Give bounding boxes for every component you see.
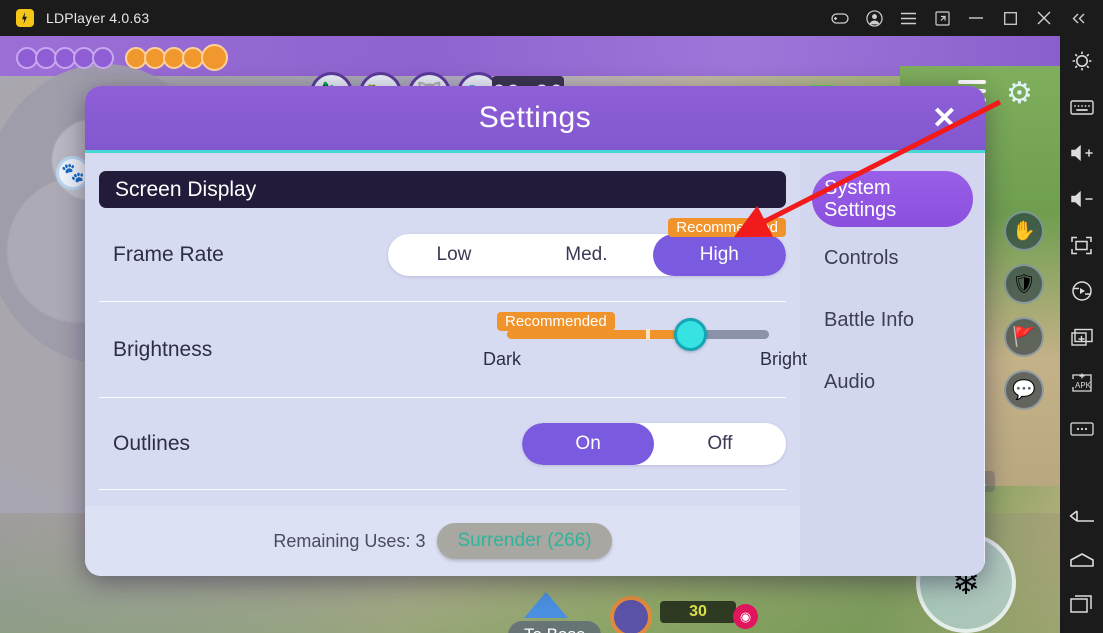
volume-up-icon[interactable] [1067, 138, 1097, 168]
menu-battle-info[interactable]: Battle Info [800, 289, 985, 351]
chat-button[interactable]: 💬 [1004, 370, 1044, 410]
account-icon[interactable] [857, 0, 891, 36]
minimize-icon[interactable] [959, 0, 993, 36]
brightness-fill [507, 329, 691, 339]
menu-system-settings-line2: Settings [824, 199, 897, 221]
outlines-option-on[interactable]: On [522, 422, 654, 465]
setting-row-outlines: Outlines On Off [99, 398, 786, 490]
rotate-icon[interactable] [1067, 276, 1097, 306]
dialog-header: Settings ✕ [85, 86, 985, 153]
thunder-shock-icon: ◉ [733, 604, 758, 629]
remaining-uses-label: Remaining Uses: 3 [273, 530, 426, 551]
brightness-recommended-badge: Recommended [497, 312, 615, 331]
window-controls [823, 0, 1103, 36]
flag-button[interactable]: 🚩 [1004, 317, 1044, 357]
frame-rate-label: Frame Rate [113, 242, 224, 266]
window-titlebar: LDPlayer 4.0.63 [0, 0, 1103, 36]
game-side-buttons: ✋ 🛡 🚩 💬 [1004, 211, 1044, 410]
frame-rate-option-low[interactable]: Low [388, 234, 520, 276]
home-icon[interactable] [1067, 545, 1097, 575]
menu-icon[interactable] [891, 0, 925, 36]
dialog-body: Screen Display Frame Rate Recommended Lo… [85, 153, 985, 576]
gear-icon[interactable] [1067, 46, 1097, 76]
outlines-label: Outlines [113, 431, 191, 455]
outlines-segmented-control[interactable]: On Off [522, 422, 786, 465]
section-header: Screen Display [99, 171, 786, 208]
menu-audio[interactable]: Audio [800, 351, 985, 413]
brightness-recommended-tick [645, 328, 650, 340]
gamepad-icon[interactable] [823, 0, 857, 36]
setting-row-brightness: Brightness Recommended Dark Bright [99, 302, 807, 398]
svg-text:APK: APK [1075, 381, 1092, 390]
emulator-toolbar: APK [1060, 36, 1103, 633]
brightness-slider[interactable]: Dark Bright [483, 317, 807, 370]
settings-dialog: Settings ✕ Screen Display Frame Rate Rec… [85, 86, 985, 576]
dialog-title: Settings [478, 101, 592, 134]
outlines-option-off[interactable]: Off [654, 423, 786, 465]
help-hand-button[interactable]: ✋ [1004, 211, 1044, 251]
settings-panel: Screen Display Frame Rate Recommended Lo… [85, 153, 807, 576]
menu-controls[interactable]: Controls [800, 227, 985, 289]
goal-count: 30 [660, 601, 736, 623]
frame-rate-segmented-control[interactable]: Low Med. High [387, 233, 786, 276]
dialog-footer: Remaining Uses: 3 Surrender (266) [85, 506, 800, 576]
collapse-icon[interactable] [1061, 0, 1095, 36]
brightness-end-labels: Dark Bright [483, 349, 807, 370]
resize-icon[interactable] [925, 0, 959, 36]
brightness-max-label: Bright [759, 348, 807, 369]
hud-gear-icon[interactable]: ⚙ [1006, 76, 1033, 111]
back-icon[interactable] [1067, 501, 1097, 531]
brightness-min-label: Dark [483, 348, 522, 369]
brightness-label: Brightness [113, 337, 213, 361]
install-apk-icon[interactable]: APK [1067, 368, 1097, 398]
brightness-track[interactable] [507, 317, 769, 351]
close-icon[interactable]: ✕ [932, 104, 957, 134]
emulator-screen: 🐾 🦎 🦖 🐺 🐦 09:26 ◕ ⚡ FPS: 59 ⚙ [0, 36, 1060, 633]
maximize-icon[interactable] [993, 0, 1027, 36]
purple-team-dots [16, 46, 114, 69]
setting-row-frame-rate: Frame Rate Recommended Low Med. High [99, 208, 786, 302]
app-title: LDPlayer 4.0.63 [46, 10, 150, 26]
ldplayer-logo [16, 9, 34, 27]
goal-zone-icon [610, 596, 652, 633]
recents-icon[interactable] [1067, 589, 1097, 619]
keyboard-icon[interactable] [1067, 92, 1097, 122]
frame-rate-option-med[interactable]: Med. [520, 234, 652, 276]
app-window: LDPlayer 4.0.63 🐾 ⚙ ✋ 🛡 🚩 💬 ❄ 30 ◉ Setti… [0, 0, 1103, 633]
to-base-arrow-icon [524, 592, 568, 618]
menu-system-settings[interactable]: System Settings [812, 171, 973, 227]
volume-down-icon[interactable] [1067, 184, 1097, 214]
close-icon[interactable] [1027, 0, 1061, 36]
team-score-indicators [16, 44, 228, 71]
shield-button[interactable]: 🛡 [1004, 264, 1044, 304]
orange-team-dots [125, 44, 228, 71]
surrender-button[interactable]: Surrender (266) [437, 523, 612, 559]
menu-system-settings-line1: System [824, 177, 891, 199]
frame-rate-option-high[interactable]: High [652, 233, 786, 276]
more-icon[interactable] [1067, 414, 1097, 444]
brightness-knob[interactable] [674, 317, 708, 351]
to-base-button[interactable]: To Base [508, 621, 602, 633]
screenshot-icon[interactable] [1067, 322, 1097, 352]
frame-rate-recommended-badge: Recommended [668, 218, 786, 237]
fullscreen-icon[interactable] [1067, 230, 1097, 260]
dialog-menu: System Settings Controls Battle Info Aud… [800, 153, 985, 576]
